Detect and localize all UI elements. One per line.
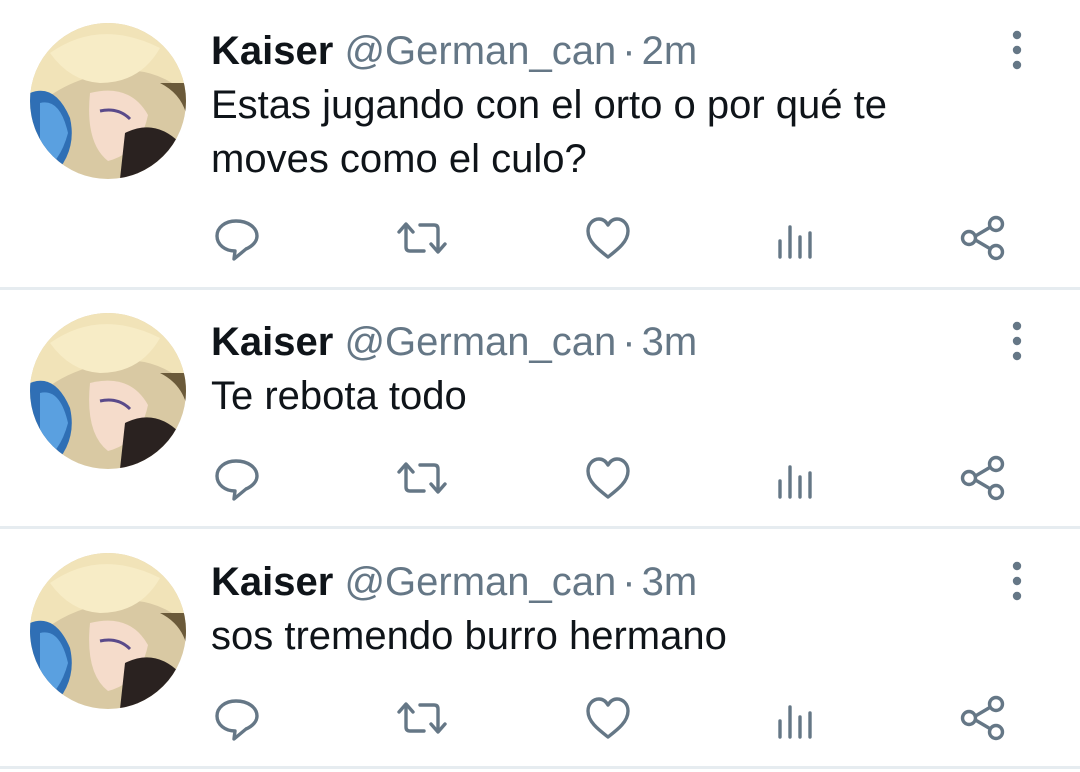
reply-icon[interactable]	[212, 453, 262, 503]
retweet-icon[interactable]	[397, 453, 447, 503]
more-vertical-icon[interactable]	[1000, 316, 1034, 366]
separator-dot: ·	[622, 29, 636, 73]
avatar[interactable]	[30, 313, 186, 469]
separator-dot: ·	[622, 320, 636, 364]
analytics-icon[interactable]	[771, 453, 821, 503]
reply-icon[interactable]	[212, 693, 262, 743]
avatar[interactable]	[30, 553, 186, 709]
avatar[interactable]	[30, 23, 186, 179]
display-name[interactable]: Kaiser	[211, 560, 333, 604]
heart-icon[interactable]	[583, 453, 633, 503]
username-handle[interactable]: @German_can	[344, 560, 616, 604]
display-name[interactable]: Kaiser	[211, 29, 333, 73]
tweet[interactable]: Kaiser @German_can · 2m Estas jugando con …	[0, 0, 1080, 289]
tweet-header: Kaiser @German_can · 3m	[211, 559, 697, 605]
tweet-divider	[0, 766, 1080, 769]
tweet-text: sos tremendo burro hermano	[211, 614, 727, 658]
heart-icon[interactable]	[583, 693, 633, 743]
heart-icon[interactable]	[583, 213, 633, 263]
more-vertical-icon[interactable]	[1000, 25, 1034, 75]
separator-dot: ·	[622, 560, 636, 604]
tweet-text: Estas jugando con el orto o por qué te m…	[211, 83, 888, 181]
timestamp[interactable]: 2m	[642, 29, 698, 73]
share-icon[interactable]	[958, 693, 1008, 743]
timeline: Kaiser @German_can · 2m Estas jugando con …	[0, 0, 1080, 772]
username-handle[interactable]: @German_can	[344, 29, 616, 73]
share-icon[interactable]	[958, 213, 1008, 263]
retweet-icon[interactable]	[397, 693, 447, 743]
tweet[interactable]: Kaiser @German_can · 3m sos tremendo burro…	[0, 529, 1080, 772]
analytics-icon[interactable]	[771, 693, 821, 743]
reply-icon[interactable]	[212, 213, 262, 263]
display-name[interactable]: Kaiser	[211, 320, 333, 364]
tweet[interactable]: Kaiser @German_can · 3m Te rebota todo	[0, 290, 1080, 528]
tweet-header: Kaiser @German_can · 2m	[211, 28, 697, 74]
analytics-icon[interactable]	[771, 213, 821, 263]
tweet-text: Te rebota todo	[211, 374, 467, 418]
more-vertical-icon[interactable]	[1000, 556, 1034, 606]
timestamp[interactable]: 3m	[642, 320, 698, 364]
timestamp[interactable]: 3m	[642, 560, 698, 604]
tweet-header: Kaiser @German_can · 3m	[211, 319, 697, 365]
share-icon[interactable]	[958, 453, 1008, 503]
username-handle[interactable]: @German_can	[344, 320, 616, 364]
retweet-icon[interactable]	[397, 213, 447, 263]
